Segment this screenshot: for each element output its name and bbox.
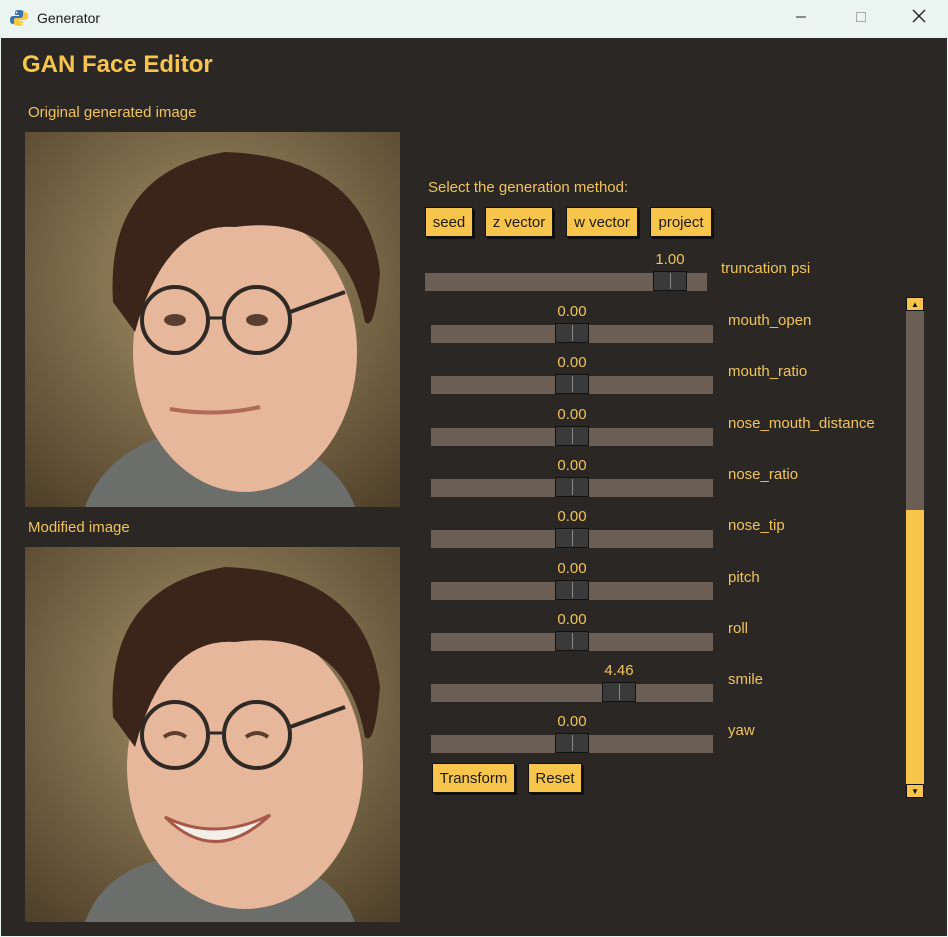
slider-label: mouth_ratio — [728, 363, 808, 381]
truncation-value: 1.00 — [655, 251, 685, 268]
slider-value: 0.00 — [557, 303, 587, 320]
z-vector-button[interactable]: z vector — [485, 207, 553, 237]
w-vector-button[interactable]: w vector — [566, 207, 638, 237]
truncation-label: truncation psi — [721, 260, 811, 277]
slider-thumb[interactable] — [555, 323, 589, 343]
maximize-button — [838, 0, 884, 38]
scrollbar-thumb[interactable] — [906, 510, 924, 784]
slider-thumb[interactable] — [555, 374, 589, 395]
transform-button[interactable]: Transform — [432, 763, 515, 793]
slider-value: 0.00 — [557, 354, 587, 372]
slider-value: 0.00 — [557, 559, 587, 577]
scroll-up-arrow-icon[interactable]: ▲ — [906, 297, 924, 311]
seed-button[interactable]: seed — [425, 207, 473, 237]
slider-value: 4.46 — [604, 662, 634, 680]
slider-value: 0.00 — [557, 713, 587, 731]
slider-track[interactable] — [431, 425, 713, 446]
slider-label: nose_ratio — [728, 465, 799, 483]
slider-label: roll — [728, 619, 749, 637]
truncation-slider-thumb[interactable] — [653, 271, 687, 291]
slider-label: mouth_open — [728, 312, 812, 329]
slider-value: 0.00 — [557, 610, 587, 628]
close-icon — [912, 9, 926, 23]
project-button[interactable]: project — [650, 207, 712, 237]
scroll-down-arrow-icon[interactable]: ▼ — [906, 784, 924, 798]
slider-thumb[interactable] — [555, 528, 589, 549]
minimize-button[interactable] — [778, 0, 824, 38]
reset-button[interactable]: Reset — [528, 763, 582, 793]
slider-track[interactable] — [431, 323, 713, 343]
slider-track[interactable] — [431, 476, 713, 497]
slider-thumb[interactable] — [555, 733, 589, 754]
slider-thumb[interactable] — [555, 425, 589, 446]
slider-track[interactable] — [431, 374, 713, 395]
generation-method-prompt: Select the generation method: — [428, 179, 629, 196]
slider-thumb[interactable] — [555, 630, 589, 651]
slider-track[interactable] — [431, 733, 713, 754]
python-icon — [10, 10, 28, 26]
slider-value: 0.00 — [557, 456, 587, 474]
slider-value: 0.00 — [557, 405, 587, 423]
slider-label: smile — [728, 671, 764, 689]
truncation-slider[interactable] — [425, 271, 707, 291]
slider-thumb[interactable] — [555, 579, 589, 600]
main-content: GAN Face Editor Original generated image — [1, 38, 947, 936]
page-title: GAN Face Editor — [22, 51, 213, 78]
slider-label: nose_mouth_distance — [728, 414, 875, 432]
close-button[interactable] — [896, 0, 942, 38]
modified-face-image — [25, 547, 400, 922]
modified-image-label: Modified image — [28, 519, 130, 536]
slider-thumb[interactable] — [555, 476, 589, 497]
original-face-image — [25, 132, 400, 507]
original-image-label: Original generated image — [28, 104, 197, 121]
slider-track[interactable] — [431, 528, 713, 549]
slider-thumb[interactable] — [602, 682, 636, 703]
maximize-icon — [856, 12, 866, 22]
slider-label: nose_tip — [728, 517, 785, 535]
app-window: Generator GAN Face Editor Original gener… — [0, 0, 948, 937]
slider-track[interactable] — [431, 630, 713, 651]
slider-track[interactable] — [431, 579, 713, 600]
slider-panel-scrollbar[interactable]: ▲ ▼ — [906, 297, 924, 798]
window-title: Generator — [37, 10, 101, 26]
minimize-icon — [796, 16, 806, 18]
slider-value: 0.00 — [557, 508, 587, 526]
slider-track[interactable] — [431, 682, 713, 703]
slider-label: yaw — [728, 722, 755, 740]
slider-label: pitch — [728, 568, 760, 586]
title-bar: Generator — [0, 0, 948, 38]
